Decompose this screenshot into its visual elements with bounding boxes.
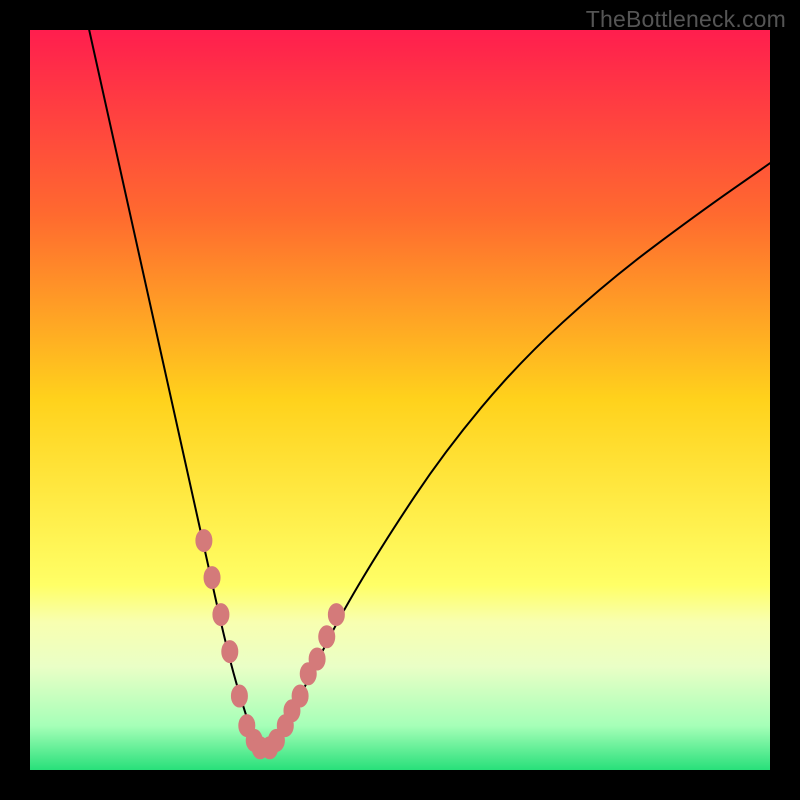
chart-frame: TheBottleneck.com	[0, 0, 800, 800]
plot-area	[30, 30, 770, 770]
marker-dot	[319, 626, 335, 648]
marker-dot	[292, 685, 308, 707]
marker-dot	[328, 604, 344, 626]
gradient-background	[30, 30, 770, 770]
marker-dot	[196, 530, 212, 552]
marker-dot	[204, 567, 220, 589]
watermark-text: TheBottleneck.com	[586, 6, 786, 33]
plot-svg	[30, 30, 770, 770]
marker-dot	[213, 604, 229, 626]
marker-dot	[222, 641, 238, 663]
marker-dot	[309, 648, 325, 670]
marker-dot	[231, 685, 247, 707]
